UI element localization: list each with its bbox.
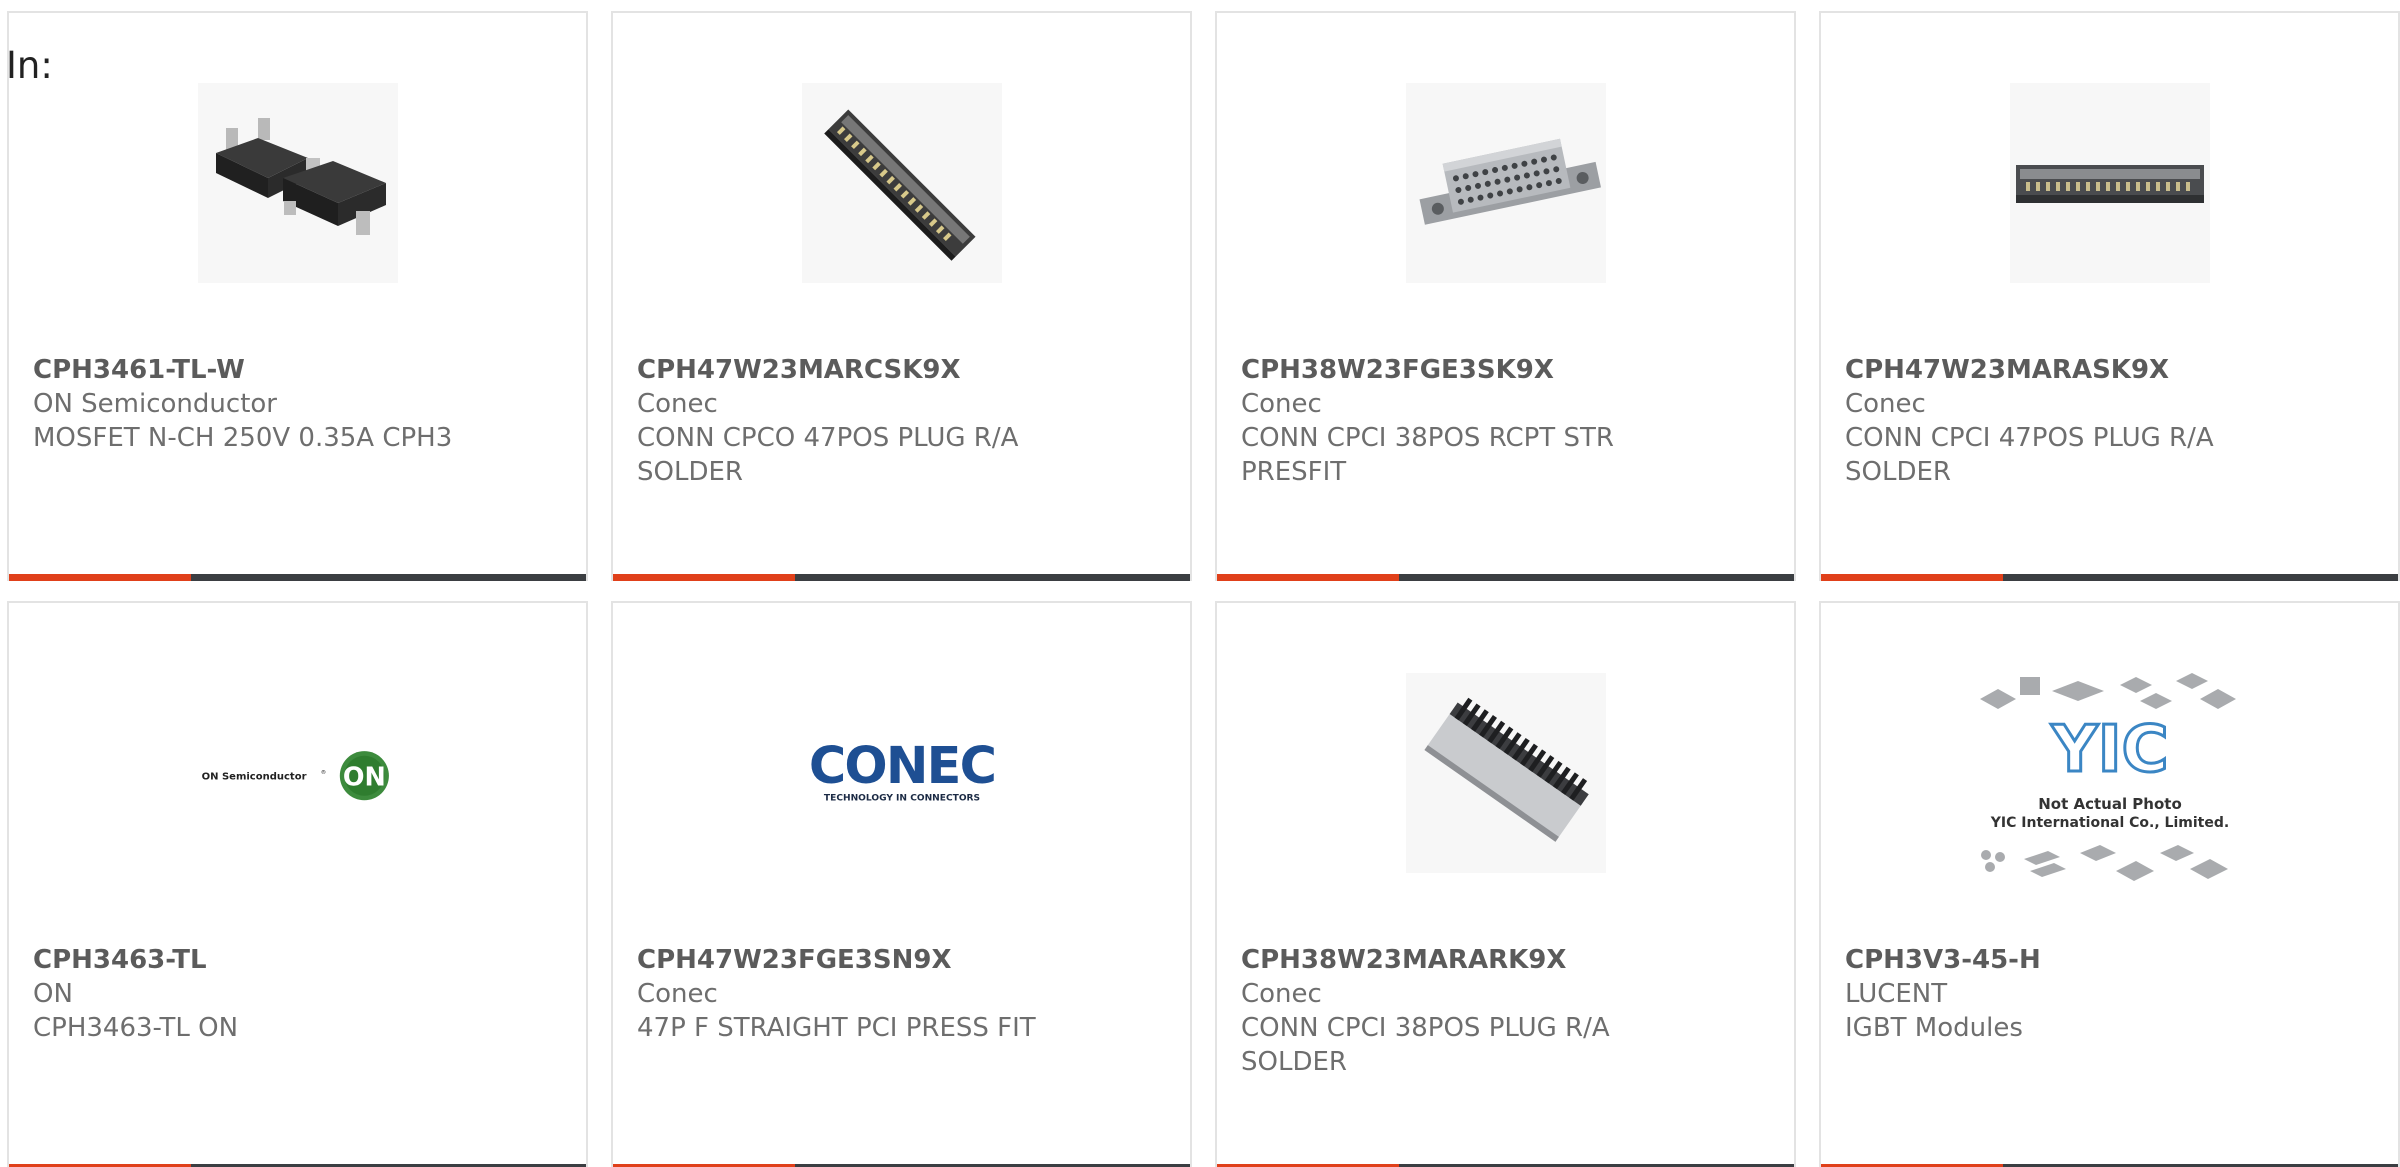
manufacturer-name: Conec	[1241, 979, 1322, 1009]
manufacturer-name: ON Semiconductor	[33, 389, 277, 419]
product-info: CPH47W23FGE3SN9X Conec 47P F STRAIGHT PC…	[637, 943, 1070, 1045]
part-number-link[interactable]: CPH38W23MARARK9X	[1241, 943, 1674, 977]
product-card[interactable]: CPH3461-TL-W ON Semiconductor MOSFET N-C…	[7, 11, 588, 581]
product-card[interactable]: YIC Not Actual Photo YIC International C…	[1819, 601, 2400, 1167]
product-description: CONN CPCI 47POS PLUG R/A SOLDER	[1845, 423, 2214, 487]
manufacturer-name: Conec	[1241, 389, 1322, 419]
product-description: CONN CPCI 38POS RCPT STR PRESFIT	[1241, 423, 1614, 487]
part-number-link[interactable]: CPH3V3-45-H	[1845, 943, 2278, 977]
on-semiconductor-logo: ON Semiconductor ® ON	[198, 673, 398, 873]
manufacturer-name: ON	[33, 979, 73, 1009]
card-accent-bar	[1821, 574, 2398, 581]
manufacturer-name: LUCENT	[1845, 979, 1948, 1009]
yic-logo-mark: YIC	[2050, 713, 2168, 787]
yic-not-actual-photo-image: YIC Not Actual Photo YIC International C…	[1960, 659, 2260, 899]
plug-connector-image	[2009, 83, 2210, 283]
product-card[interactable]: ON Semiconductor ® ON CPH3463-TL ON CPH3…	[7, 601, 588, 1167]
product-description: 47P F STRAIGHT PCI PRESS FIT	[637, 1013, 1036, 1043]
mosfet-package-image	[197, 83, 398, 283]
card-accent-bar	[9, 574, 586, 581]
product-card[interactable]: CPH38W23MARARK9X Conec CONN CPCI 38POS P…	[1215, 601, 1796, 1167]
part-number-link[interactable]: CPH47W23MARCSK9X	[637, 353, 1070, 387]
part-number-link[interactable]: CPH3461-TL-W	[33, 353, 466, 387]
card-accent-bar	[613, 574, 1190, 581]
product-card[interactable]: CONEC TECHNOLOGY IN CONNECTORS CPH47W23F…	[611, 601, 1192, 1167]
part-number-link[interactable]: CPH47W23MARASK9X	[1845, 353, 2278, 387]
conec-wordmark: CONEC	[808, 737, 994, 796]
on-badge-text: ON	[342, 763, 385, 793]
product-description: IGBT Modules	[1845, 1013, 2023, 1043]
right-angle-connector-image	[801, 83, 1002, 283]
filter-in-label: In:	[6, 44, 53, 87]
product-grid-page: In: CPH3461-TL-W ON Semiconductor MOSFET…	[0, 0, 2400, 1167]
svg-text:®: ®	[320, 769, 325, 776]
product-info: CPH38W23FGE3SK9X Conec CONN CPCI 38POS R…	[1241, 353, 1674, 489]
conec-tagline: TECHNOLOGY IN CONNECTORS	[823, 793, 979, 803]
product-info: CPH3V3-45-H LUCENT IGBT Modules	[1845, 943, 2278, 1045]
not-actual-photo-text: Not Actual Photo	[2038, 795, 2182, 813]
pin-header-connector-image	[1405, 673, 1606, 873]
product-card[interactable]: CPH47W23MARCSK9X Conec CONN CPCO 47POS P…	[611, 11, 1192, 581]
part-number-link[interactable]: CPH3463-TL	[33, 943, 466, 977]
product-card[interactable]: CPH38W23FGE3SK9X Conec CONN CPCI 38POS R…	[1215, 11, 1796, 581]
card-accent-bar	[1217, 574, 1794, 581]
product-description: CPH3463-TL ON	[33, 1013, 239, 1043]
on-semi-wordmark: ON Semiconductor	[201, 771, 306, 782]
product-info: CPH47W23MARCSK9X Conec CONN CPCO 47POS P…	[637, 353, 1070, 489]
part-number-link[interactable]: CPH47W23FGE3SN9X	[637, 943, 1070, 977]
manufacturer-name: Conec	[637, 979, 718, 1009]
product-info: CPH3461-TL-W ON Semiconductor MOSFET N-C…	[33, 353, 466, 455]
part-number-link[interactable]: CPH38W23FGE3SK9X	[1241, 353, 1674, 387]
conec-logo: CONEC TECHNOLOGY IN CONNECTORS	[802, 673, 1002, 873]
product-info: CPH38W23MARARK9X Conec CONN CPCI 38POS P…	[1241, 943, 1674, 1079]
product-description: CONN CPCI 38POS PLUG R/A SOLDER	[1241, 1013, 1610, 1077]
product-info: CPH47W23MARASK9X Conec CONN CPCI 47POS P…	[1845, 353, 2278, 489]
receptacle-connector-image	[1405, 83, 1606, 283]
product-description: CONN CPCO 47POS PLUG R/A SOLDER	[637, 423, 1019, 487]
manufacturer-name: Conec	[637, 389, 718, 419]
manufacturer-name: Conec	[1845, 389, 1926, 419]
product-info: CPH3463-TL ON CPH3463-TL ON	[33, 943, 466, 1045]
yic-company-text: YIC International Co., Limited.	[1989, 815, 2228, 831]
product-description: MOSFET N-CH 250V 0.35A CPH3	[33, 423, 453, 453]
product-card[interactable]: CPH47W23MARASK9X Conec CONN CPCI 47POS P…	[1819, 11, 2400, 581]
